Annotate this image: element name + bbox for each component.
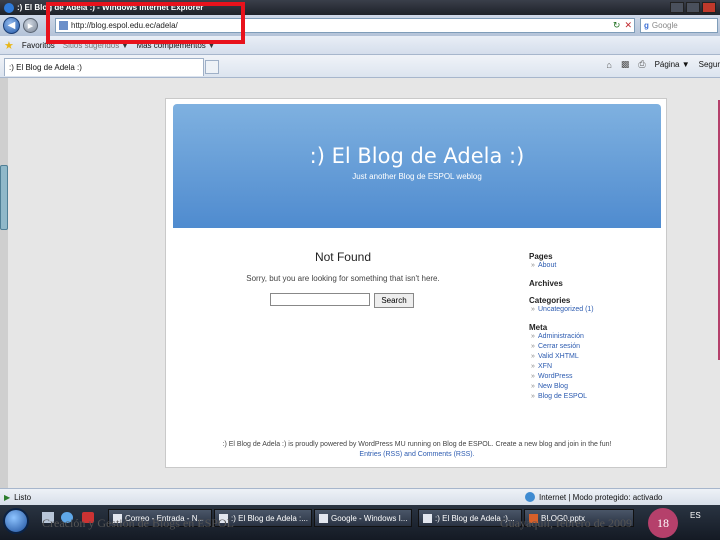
archives-heading: Archives <box>529 279 563 288</box>
sidebar-link-blog-espol[interactable]: Blog de ESPOL <box>529 392 659 402</box>
sidebar-link-wordpress[interactable]: WordPress <box>529 372 659 382</box>
not-found-message: Sorry, but you are looking for something… <box>246 274 440 283</box>
address-highlight-box <box>46 2 245 44</box>
page-menu[interactable]: Página ▼ <box>655 60 690 69</box>
refresh-icon[interactable]: ↻ <box>613 20 621 31</box>
sidebar-link-uncategorized[interactable]: Uncategorized (1) <box>529 305 659 315</box>
favorites-star-icon: ★ <box>4 39 14 52</box>
taskbar-item-google[interactable]: Google - Windows I... <box>314 509 412 527</box>
done-icon: ▶ <box>4 492 11 502</box>
forward-button[interactable]: ▶ <box>23 18 38 33</box>
search-placeholder: Google <box>651 21 678 30</box>
new-tab-button[interactable] <box>205 60 219 74</box>
ie-icon <box>423 513 432 523</box>
sidebar-link-about[interactable]: About <box>529 261 659 271</box>
window-controls <box>670 2 716 13</box>
search-input[interactable]: g Google <box>640 18 718 33</box>
close-window-button[interactable] <box>702 2 716 13</box>
tray-language[interactable]: ES <box>690 511 701 520</box>
meta-list: Administración Cerrar sesión Valid XHTML… <box>529 332 659 402</box>
footer-feeds-link[interactable]: Entries (RSS) and Comments (RSS). <box>173 450 661 460</box>
command-bar: ⌂ ▩ ⎙ Página ▼ Segur <box>606 59 720 70</box>
security-zone[interactable]: Internet | Modo protegido: activado <box>525 492 663 502</box>
start-button[interactable] <box>3 508 29 534</box>
globe-icon <box>525 492 535 502</box>
slide-footer-left: Creación y Gestión de Blogs en ESPOL <box>42 516 234 530</box>
blog-footer: :) El Blog de Adela :) is proudly powere… <box>173 440 661 460</box>
sidebar-link-logout[interactable]: Cerrar sesión <box>529 342 659 352</box>
status-bar: ▶ Listo Internet | Modo protegido: activ… <box>0 488 720 505</box>
google-icon: g <box>644 21 649 30</box>
slide-footer-right: Guayaquil, febrero de 2009 <box>500 516 632 530</box>
sidebar-link-xfn[interactable]: XFN <box>529 362 659 372</box>
back-arrow-icon: ◀ <box>7 20 16 31</box>
categories-heading: Categories <box>529 296 571 305</box>
tab-blog[interactable]: :) El Blog de Adela :) <box>4 58 204 76</box>
feeds-icon[interactable]: ▩ <box>621 59 630 70</box>
maximize-button[interactable] <box>686 2 700 13</box>
pages-list: About <box>529 261 659 271</box>
status-text: Listo <box>14 492 32 502</box>
home-icon[interactable]: ⌂ <box>606 60 611 70</box>
blog-search-input[interactable] <box>270 293 370 306</box>
back-button[interactable]: ◀ <box>3 17 20 34</box>
blog-header: :) El Blog de Adela :) Just another Blog… <box>173 104 661 228</box>
slide-number-badge: 18 <box>648 508 678 538</box>
zone-text: Internet | Modo protegido: activado <box>539 492 663 502</box>
main-content: Not Found Sorry, but you are looking for… <box>173 250 513 283</box>
side-panel-handle[interactable] <box>0 165 8 230</box>
security-menu[interactable]: Segur <box>699 60 720 69</box>
blog-tagline: Just another Blog de ESPOL weblog <box>352 172 482 181</box>
categories-list: Uncategorized (1) <box>529 305 659 315</box>
address-actions: ↻ ✕ <box>613 20 632 31</box>
minimize-button[interactable] <box>670 2 684 13</box>
tab-bar: :) El Blog de Adela :) ⌂ ▩ ⎙ Página ▼ Se… <box>0 55 720 78</box>
stop-icon[interactable]: ✕ <box>624 20 632 31</box>
forward-arrow-icon: ▶ <box>27 22 34 30</box>
meta-heading: Meta <box>529 323 548 332</box>
footer-credit: :) El Blog de Adela :) is proudly powere… <box>222 441 612 448</box>
blog-search-form: Search <box>270 293 414 308</box>
sidebar-link-admin[interactable]: Administración <box>529 332 659 342</box>
tab-label: :) El Blog de Adela :) <box>9 63 82 72</box>
blog-title[interactable]: :) El Blog de Adela :) <box>173 144 661 168</box>
sidebar-link-xhtml[interactable]: Valid XHTML <box>529 352 659 362</box>
ie-icon <box>319 513 328 523</box>
not-found-heading: Not Found <box>314 250 372 264</box>
sidebar-link-new-blog[interactable]: New Blog <box>529 382 659 392</box>
print-icon[interactable]: ⎙ <box>638 59 645 70</box>
blog-sidebar: Pages About Archives Categories Uncatego… <box>529 252 659 402</box>
internet-explorer-icon <box>4 2 14 13</box>
pages-heading: Pages <box>529 252 553 261</box>
search-button[interactable]: Search <box>374 293 414 308</box>
